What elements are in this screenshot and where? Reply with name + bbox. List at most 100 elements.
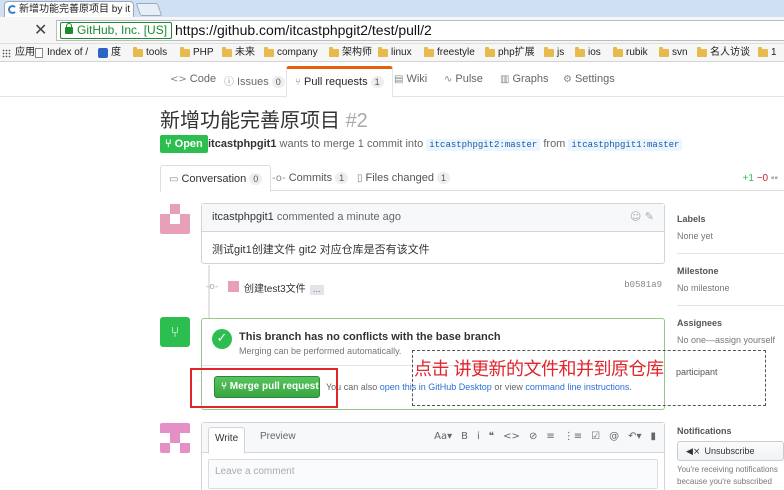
- browser-tab[interactable]: 新增功能完善原项目 by it: [4, 1, 134, 17]
- bookmark-folder[interactable]: svn: [659, 46, 688, 60]
- commit-message[interactable]: 创建test3文件: [244, 284, 306, 295]
- folder-icon: [544, 47, 554, 57]
- bookmark-folder[interactable]: linux: [378, 46, 412, 60]
- comment-time[interactable]: a minute ago: [337, 211, 401, 223]
- bookmark-apps[interactable]: 应用: [2, 46, 35, 60]
- unsubscribe-button[interactable]: ◀× Unsubscribe: [677, 441, 784, 461]
- address-bar[interactable]: GitHub, Inc. [US] https://github.com/itc…: [56, 20, 784, 41]
- folder-icon: [758, 47, 768, 57]
- tab-title: 新增功能完善原项目 by it: [19, 4, 131, 15]
- labels-heading[interactable]: Labels: [677, 214, 784, 224]
- browser-tabstrip: 新增功能完善原项目 by it: [0, 0, 784, 17]
- bookmark-folder[interactable]: 1: [758, 46, 777, 60]
- sidebar-notifications: Notifications: [677, 426, 784, 436]
- bookmark-folder[interactable]: 架构师: [329, 46, 372, 60]
- check-icon: ✓: [212, 329, 232, 349]
- comment-body: 测试git1创建文件 git2 对应仓库是否有该文件: [212, 244, 430, 256]
- italic-icon[interactable]: i: [477, 431, 480, 442]
- graph-icon: ▥: [500, 74, 510, 85]
- bookmark-folder[interactable]: tools: [133, 46, 167, 60]
- bookmark-folder[interactable]: php扩展: [485, 46, 535, 60]
- tab-pull-requests[interactable]: ⑂ Pull requests 1: [286, 66, 393, 98]
- folder-icon: [222, 47, 232, 57]
- bookmark-folder[interactable]: rubik: [613, 46, 648, 60]
- bookmark-index[interactable]: Index of /: [34, 46, 88, 60]
- tab-settings[interactable]: ⚙ Settings: [563, 73, 615, 85]
- folder-icon: [264, 47, 274, 57]
- tab-commits[interactable]: -o- Commits 1: [272, 172, 349, 184]
- annotation-text: 点击 讲更新的文件和并到原仓库: [414, 359, 664, 379]
- avatar[interactable]: [160, 204, 190, 234]
- folder-icon: [613, 47, 623, 57]
- divider: [677, 253, 784, 254]
- assignees-value[interactable]: No one—assign yourself: [677, 335, 784, 345]
- head-branch[interactable]: itcastphpgit1:master: [568, 139, 683, 151]
- bookmark-folder[interactable]: freestyle: [424, 46, 475, 60]
- ev-certificate-badge[interactable]: GitHub, Inc. [US]: [60, 22, 173, 39]
- tab-write[interactable]: Write: [208, 427, 246, 454]
- tab-preview[interactable]: Preview: [260, 431, 296, 442]
- folder-icon: [329, 47, 339, 57]
- base-branch[interactable]: itcastphpgit2:master: [426, 139, 541, 151]
- commit-sha[interactable]: b0581a9: [624, 280, 662, 290]
- sidebar-labels: Labels None yet: [677, 214, 784, 241]
- pr-number: #2: [345, 110, 368, 132]
- folder-icon: [575, 47, 585, 57]
- comment-textarea[interactable]: Leave a comment: [208, 459, 658, 489]
- stop-icon[interactable]: ✕: [34, 22, 47, 38]
- commit-expand-button[interactable]: …: [309, 285, 324, 295]
- status-badge: ⑂ Open: [160, 135, 208, 153]
- bookmark-baidu[interactable]: 度: [98, 46, 121, 60]
- task-list-icon[interactable]: ☑: [591, 431, 600, 442]
- bookmark-folder[interactable]: js: [544, 46, 564, 60]
- bold-icon[interactable]: B: [461, 431, 468, 442]
- bookmark-icon[interactable]: ▮: [650, 431, 656, 442]
- comment-author[interactable]: itcastphpgit1: [212, 211, 274, 223]
- timeline-line: [208, 265, 210, 325]
- comment-editor: Write Preview Aa▾ Bi ❝ <> ⊘ ≡ ⋮≡ ☑ @ ↶▾ ▮ Leave a …: [201, 422, 665, 490]
- tab-graphs[interactable]: ▥ Graphs: [500, 73, 549, 85]
- quote-icon[interactable]: ❝: [489, 431, 494, 442]
- tab-conversation[interactable]: ▭ Conversation 0: [160, 165, 272, 192]
- comment-card: itcastphpgit1 commented a minute ago ☺ ✎…: [201, 203, 665, 264]
- tab-code[interactable]: <> Code: [170, 73, 216, 85]
- list-icon[interactable]: ≡: [546, 431, 554, 442]
- issues-counter: 0: [271, 76, 285, 88]
- reaction-icon[interactable]: ☺ ✎: [630, 210, 654, 223]
- commit-avatar[interactable]: [228, 281, 239, 292]
- folder-icon: [659, 47, 669, 57]
- bookmark-folder[interactable]: company: [264, 46, 318, 60]
- ordered-list-icon[interactable]: ⋮≡: [564, 431, 582, 442]
- bookmark-folder[interactable]: 名人访谈: [697, 46, 750, 60]
- folder-icon: [180, 47, 190, 57]
- tab-wiki[interactable]: ▤ Wiki: [394, 73, 427, 85]
- ev-label: GitHub, Inc. [US]: [77, 23, 168, 37]
- pr-title-text: 新增功能完善原项目: [160, 110, 340, 132]
- commit-row: -o- 创建test3文件… b0581a9: [206, 280, 662, 295]
- tab-issues[interactable]: ⓘ Issues 0: [224, 73, 285, 88]
- bookmark-folder[interactable]: 未来: [222, 46, 255, 60]
- milestone-heading[interactable]: Milestone: [677, 266, 784, 276]
- pr-author-link[interactable]: itcastphpgit1: [208, 138, 276, 150]
- tab-files-changed[interactable]: ▯ Files changed 1: [357, 172, 451, 184]
- reply-icon[interactable]: ↶▾: [628, 431, 641, 442]
- url-text[interactable]: https://github.com/itcastphpgit2/test/pu…: [175, 22, 432, 39]
- bookmark-folder[interactable]: PHP: [180, 46, 214, 60]
- merge-status-title: This branch has no conflicts with the ba…: [239, 331, 501, 343]
- page-icon: [35, 48, 43, 58]
- avatar[interactable]: [160, 423, 190, 453]
- code-icon[interactable]: <>: [503, 431, 520, 442]
- sidebar-assignees: Assignees No one—assign yourself: [677, 318, 784, 345]
- link-icon[interactable]: ⊘: [529, 431, 537, 442]
- mention-icon[interactable]: @: [609, 431, 619, 442]
- pulls-counter: 1: [370, 76, 384, 88]
- tab-pulse[interactable]: ∿ Pulse: [444, 73, 483, 85]
- lock-icon: [65, 23, 73, 34]
- sidebar-milestone: Milestone No milestone: [677, 266, 784, 293]
- book-icon: ▤: [394, 74, 404, 85]
- page-title: 新增功能完善原项目 #2: [160, 104, 368, 133]
- heading-icon[interactable]: Aa▾: [434, 431, 452, 442]
- new-tab-button[interactable]: [135, 3, 163, 16]
- assignees-heading[interactable]: Assignees: [677, 318, 784, 328]
- bookmark-folder[interactable]: ios: [575, 46, 601, 60]
